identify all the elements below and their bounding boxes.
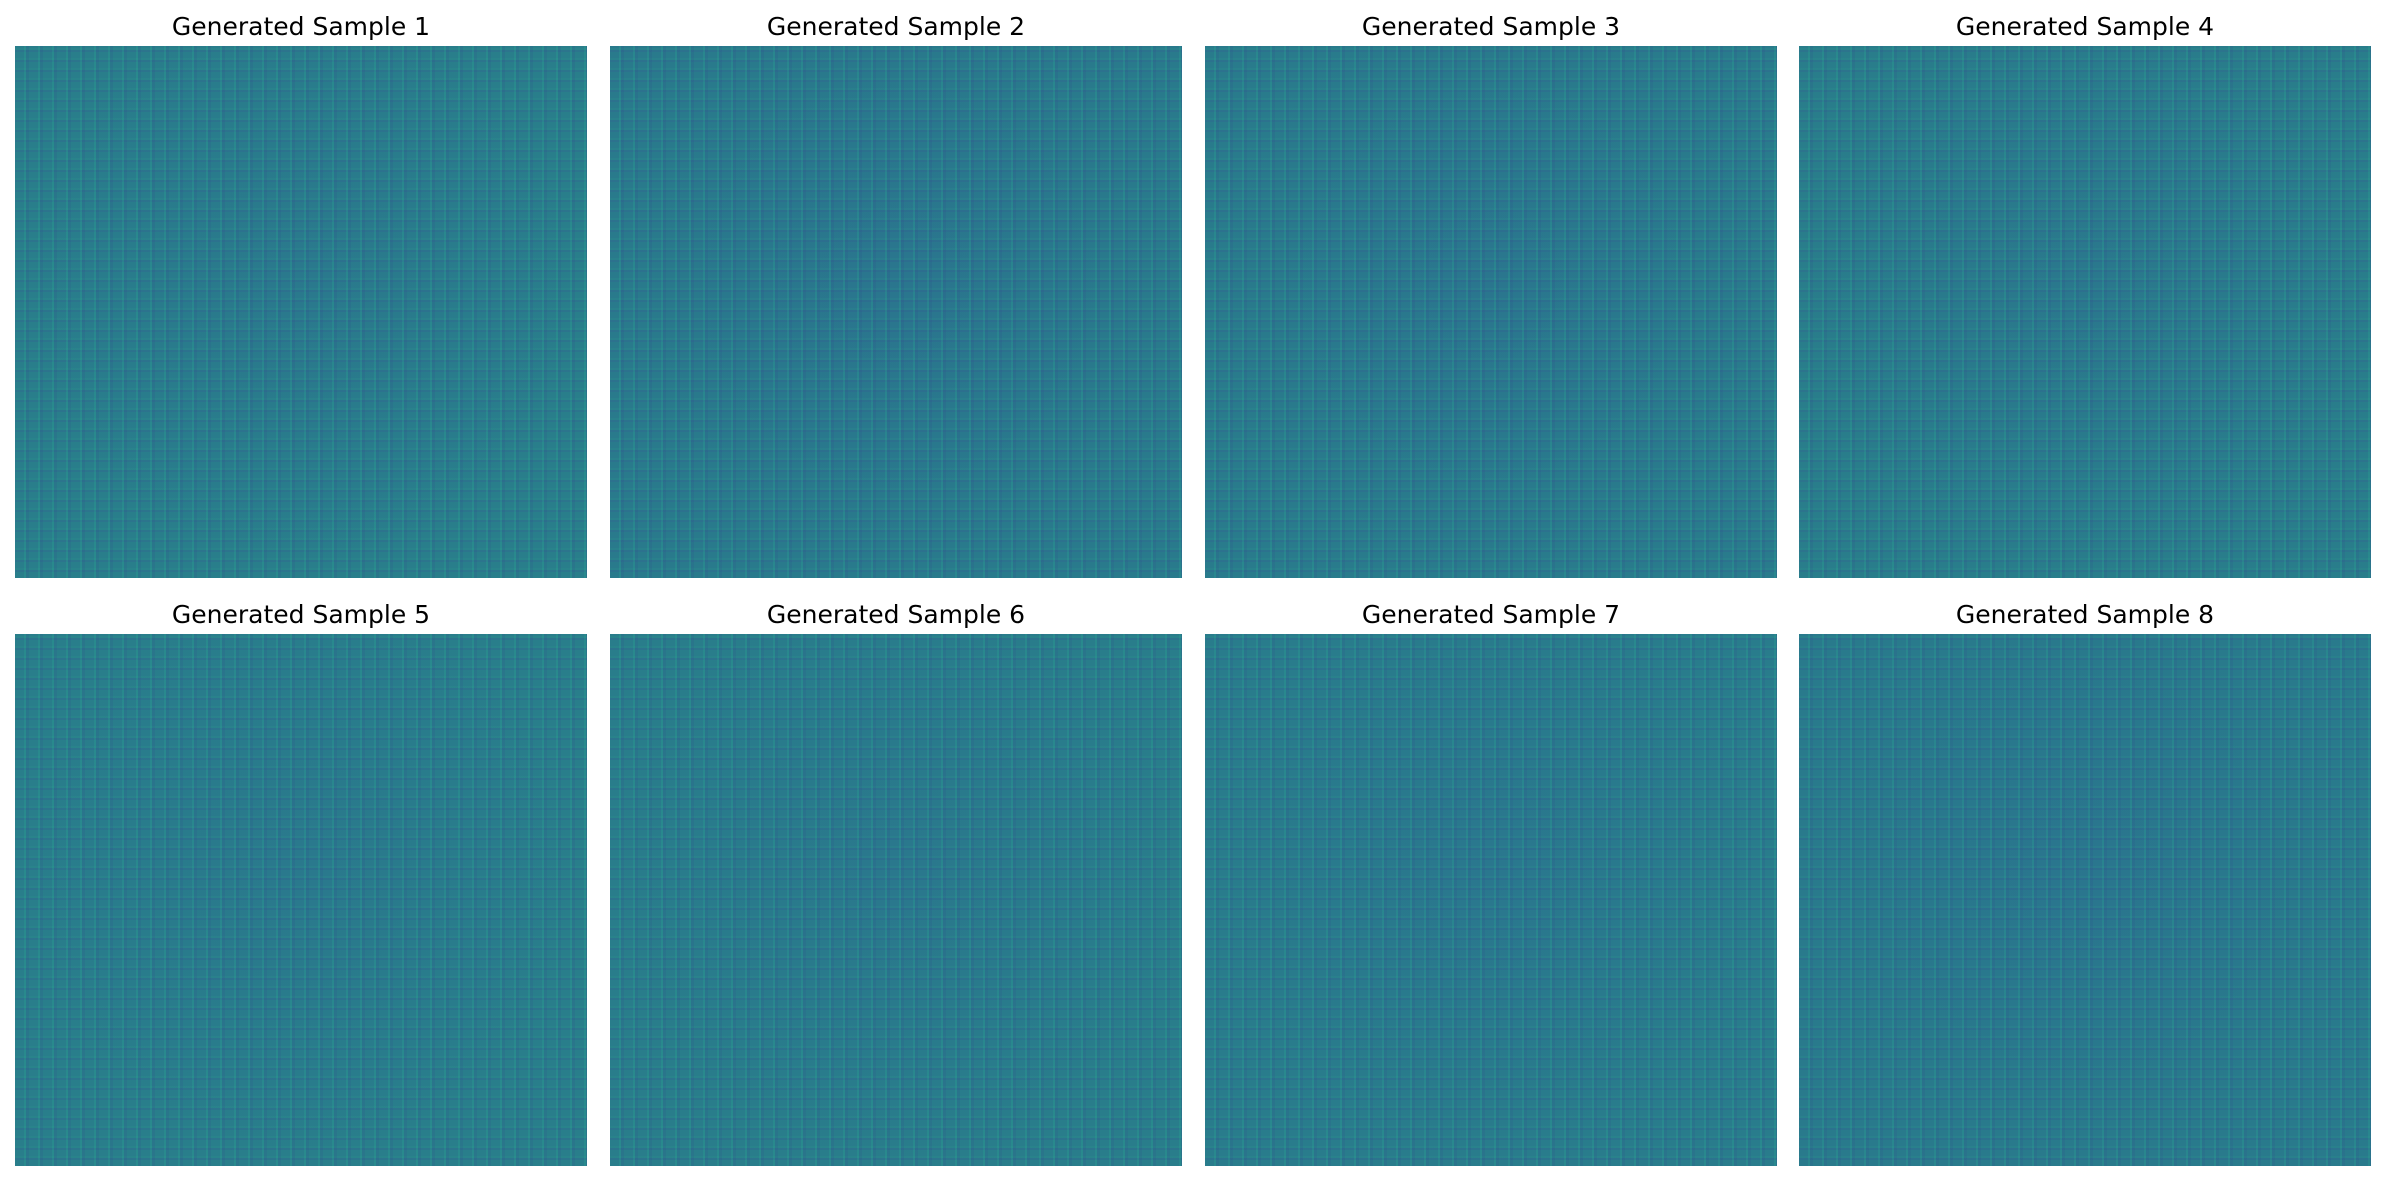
panel-title-7: Generated Sample 7 bbox=[1361, 600, 1621, 629]
sample-image-5 bbox=[15, 634, 587, 1166]
panel-title-6: Generated Sample 6 bbox=[766, 600, 1026, 629]
sample-grid-figure: Generated Sample 1 Generated Sample 2 Ge… bbox=[0, 0, 2385, 1182]
panel-title-2: Generated Sample 2 bbox=[766, 12, 1026, 41]
sample-image-3 bbox=[1205, 46, 1777, 578]
sample-panel-5: Generated Sample 5 bbox=[15, 596, 587, 1168]
sample-panel-8: Generated Sample 8 bbox=[1799, 596, 2371, 1168]
panel-title-1: Generated Sample 1 bbox=[171, 12, 431, 41]
sample-image-6 bbox=[610, 634, 1182, 1166]
sample-image-7 bbox=[1205, 634, 1777, 1166]
panel-title-3: Generated Sample 3 bbox=[1361, 12, 1621, 41]
sample-image-8 bbox=[1799, 634, 2371, 1166]
sample-panel-1: Generated Sample 1 bbox=[15, 8, 587, 580]
sample-panel-6: Generated Sample 6 bbox=[610, 596, 1182, 1168]
sample-panel-4: Generated Sample 4 bbox=[1799, 8, 2371, 580]
panel-title-8: Generated Sample 8 bbox=[1955, 600, 2215, 629]
panel-title-5: Generated Sample 5 bbox=[171, 600, 431, 629]
sample-image-2 bbox=[610, 46, 1182, 578]
panel-title-4: Generated Sample 4 bbox=[1955, 12, 2215, 41]
sample-panel-3: Generated Sample 3 bbox=[1205, 8, 1777, 580]
sample-image-4 bbox=[1799, 46, 2371, 578]
sample-panel-7: Generated Sample 7 bbox=[1205, 596, 1777, 1168]
sample-panel-2: Generated Sample 2 bbox=[610, 8, 1182, 580]
sample-image-1 bbox=[15, 46, 587, 578]
